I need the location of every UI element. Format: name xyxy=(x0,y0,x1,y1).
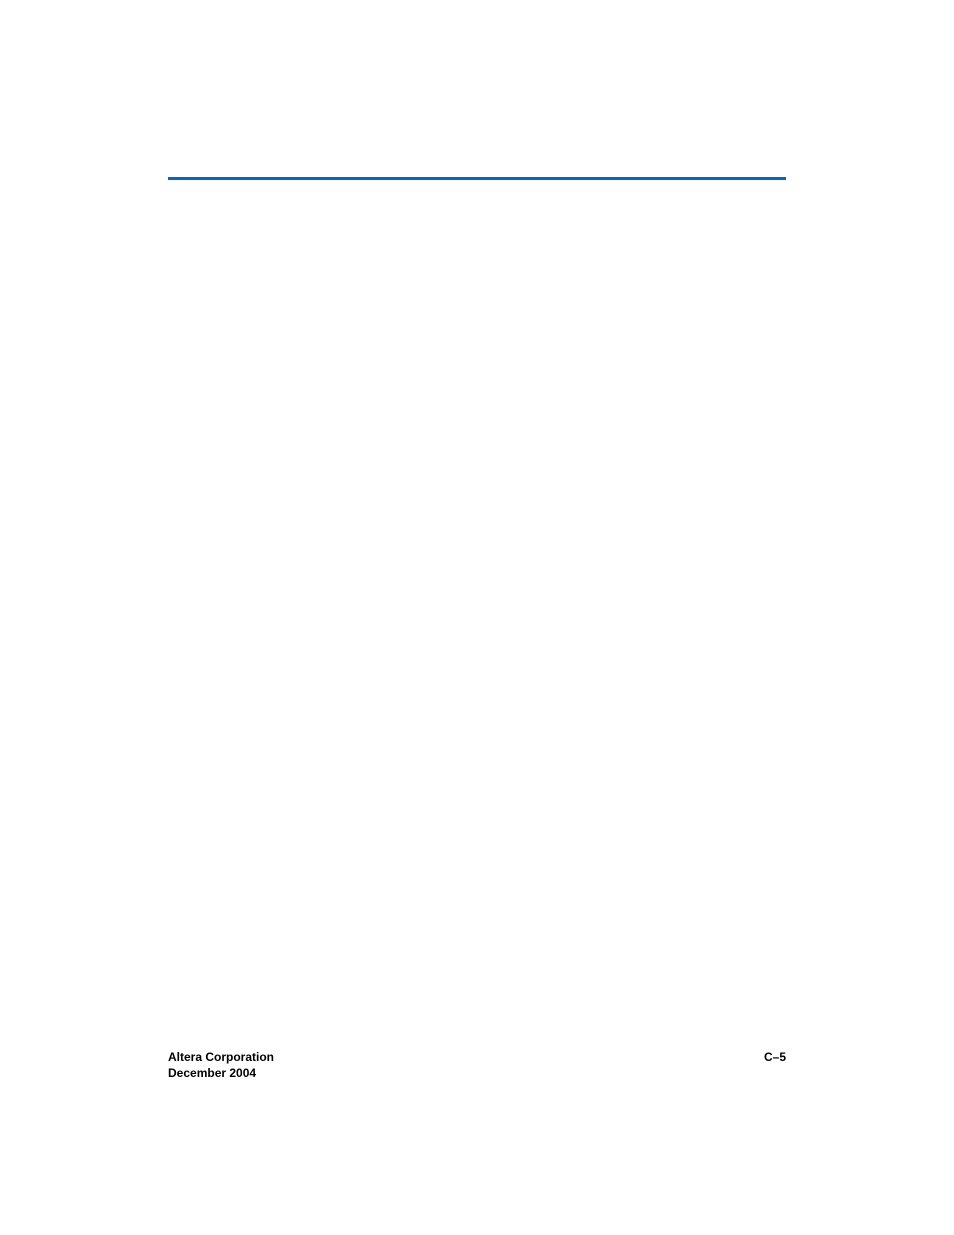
footer-company: Altera Corporation xyxy=(168,1050,274,1064)
page-container: Altera Corporation December 2004 C–5 xyxy=(0,0,954,1235)
footer: Altera Corporation December 2004 C–5 xyxy=(168,1050,786,1080)
footer-left: Altera Corporation December 2004 xyxy=(168,1050,274,1080)
footer-page-number: C–5 xyxy=(764,1050,786,1064)
footer-date: December 2004 xyxy=(168,1066,274,1080)
header-rule xyxy=(168,177,786,180)
